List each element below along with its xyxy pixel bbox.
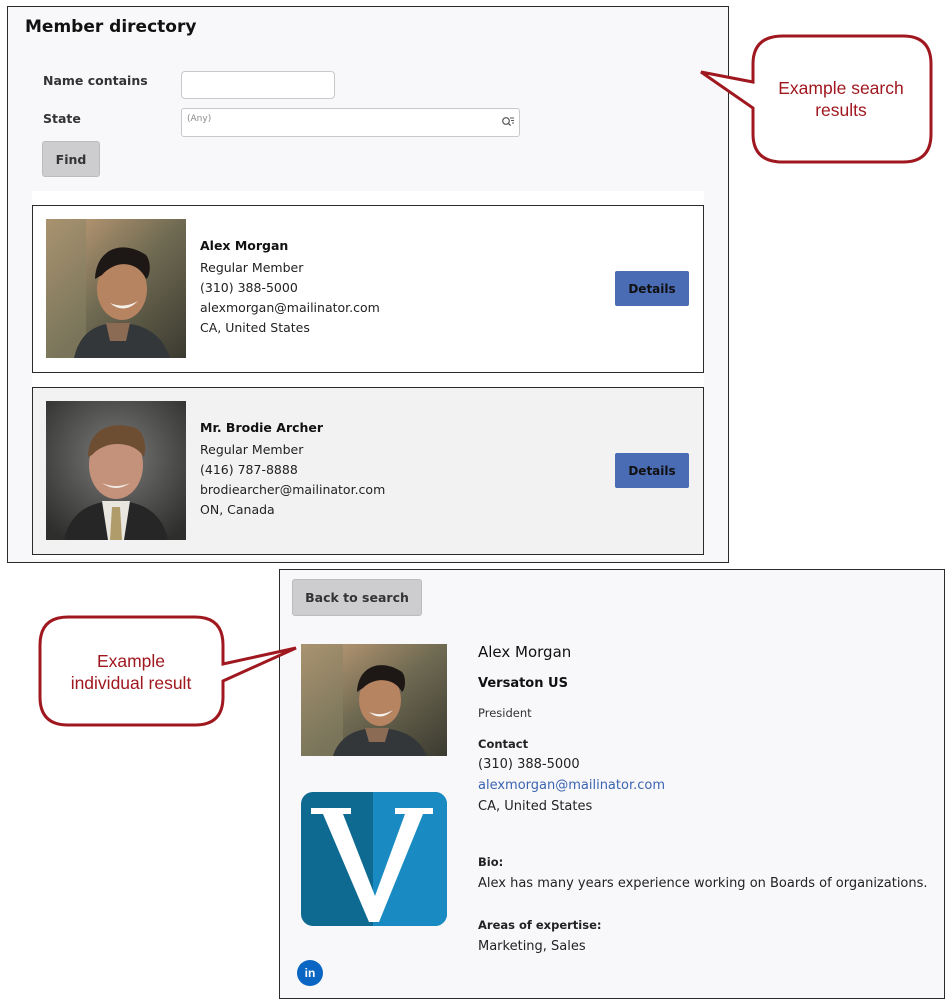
member-photo — [301, 644, 447, 756]
bio-text: Alex has many years experience working o… — [478, 876, 928, 891]
callout-search-text: Example search results — [760, 77, 922, 121]
bio-label: Bio: — [478, 855, 504, 869]
company-name: Versaton US — [478, 676, 568, 691]
member-type: Regular Member — [200, 260, 304, 275]
bio-section: Bio: Alex has many years experience work… — [478, 855, 928, 894]
name-contains-label: Name contains — [43, 73, 148, 88]
member-name: Mr. Brodie Archer — [200, 420, 324, 435]
member-detail-panel: Back to search in Alex Morgan Versaton U… — [279, 569, 945, 999]
member-info: Mr. Brodie Archer Regular Member (416) 7… — [200, 420, 385, 520]
expertise-section: Areas of expertise: Marketing, Sales — [478, 918, 602, 957]
member-directory-panel: Member directory Name contains State (An… — [7, 6, 729, 563]
member-email: brodiearcher@mailinator.com — [200, 482, 386, 497]
back-to-search-button[interactable]: Back to search — [292, 579, 422, 616]
linkedin-icon[interactable]: in — [297, 960, 323, 986]
member-card: Mr. Brodie Archer Regular Member (416) 7… — [32, 387, 704, 555]
contact-label: Contact — [478, 737, 529, 751]
member-location: ON, Canada — [200, 502, 275, 517]
detail-phone: (310) 388-5000 — [478, 757, 580, 772]
member-phone: (416) 787-8888 — [200, 462, 298, 477]
member-photo — [46, 219, 186, 358]
details-button[interactable]: Details — [615, 271, 689, 306]
detail-email-link[interactable]: alexmorgan@mailinator.com — [478, 775, 665, 796]
company-logo — [301, 792, 447, 926]
member-phone: (310) 388-5000 — [200, 280, 298, 295]
state-select[interactable]: (Any) — [181, 108, 520, 137]
details-button[interactable]: Details — [615, 453, 689, 488]
callout-individual-line1: Example — [96, 651, 166, 671]
page-title: Member directory — [25, 17, 197, 37]
expertise-text: Marketing, Sales — [478, 939, 586, 954]
state-placeholder: (Any) — [187, 114, 212, 124]
member-location: CA, United States — [200, 320, 310, 335]
member-info: Alex Morgan Regular Member (310) 388-500… — [200, 238, 380, 338]
member-card: Alex Morgan Regular Member (310) 388-500… — [32, 205, 704, 373]
member-photo — [46, 401, 186, 540]
callout-individual-line2: individual result — [70, 673, 192, 693]
member-name: Alex Morgan — [200, 238, 289, 253]
detail-location: CA, United States — [478, 799, 593, 814]
callout-individual-text: Example individual result — [46, 650, 216, 694]
member-email: alexmorgan@mailinator.com — [200, 300, 380, 315]
expertise-label: Areas of expertise: — [478, 918, 602, 932]
job-title: President — [478, 706, 532, 720]
callout-search-line2: results — [815, 100, 867, 120]
member-type: Regular Member — [200, 442, 304, 457]
state-label: State — [43, 111, 81, 126]
callout-search-line1: Example search — [778, 78, 904, 98]
search-filter-icon — [502, 117, 514, 127]
contact-section: Contact (310) 388-5000 alexmorgan@mailin… — [478, 737, 665, 817]
name-contains-input[interactable] — [181, 71, 335, 99]
detail-member-name: Alex Morgan — [478, 643, 572, 661]
find-button[interactable]: Find — [42, 141, 100, 177]
